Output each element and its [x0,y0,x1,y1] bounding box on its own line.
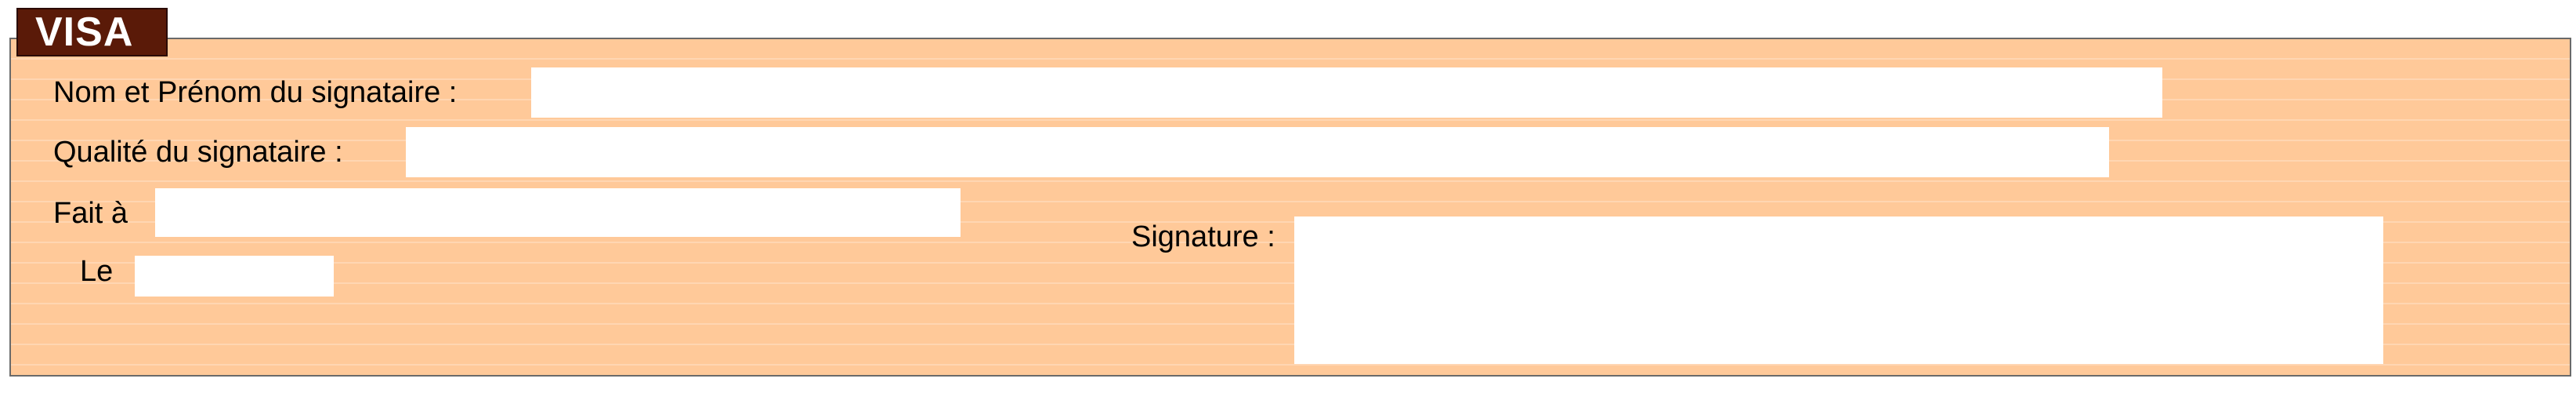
date-field[interactable] [135,256,334,297]
date-label: Le [80,255,114,288]
signatory-name-label: Nom et Prénom du signataire : [53,76,458,109]
place-field[interactable] [155,188,961,237]
signature-box[interactable] [1294,217,2383,364]
place-label: Fait à [53,197,128,230]
signatory-name-field[interactable] [531,67,2162,118]
visa-form: VISA Nom et Prénom du signataire : Quali… [0,0,2576,393]
signatory-quality-label: Qualité du signataire : [53,136,343,169]
signatory-quality-field[interactable] [406,127,2109,177]
signature-label: Signature : [1131,220,1275,253]
section-title: VISA [16,8,168,56]
